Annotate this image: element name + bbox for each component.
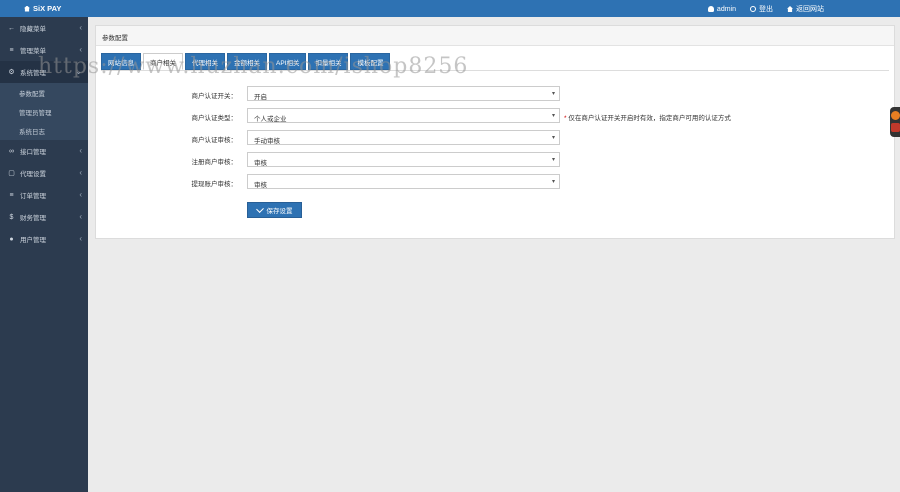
tab-merchant[interactable]: 商户相关 (143, 53, 183, 70)
sidebar-item-users[interactable]: ● 用户管理 ‹ (0, 228, 88, 250)
chevron-left-icon: ‹ (79, 190, 82, 199)
logout-label: 登出 (759, 6, 773, 13)
select-value: 个人或企业 (254, 116, 287, 123)
sidebar-subitem-label: 参数配置 (19, 90, 45, 98)
tab-api[interactable]: API相关 (269, 53, 307, 70)
form-row-auth-type: 商户认证类型： 个人或企业 ▾ * 仅在商户认证开关开启时有效，指定商户可用的认… (101, 108, 881, 124)
register-review-select[interactable]: 审核 ▾ (247, 152, 560, 167)
power-icon (750, 6, 756, 12)
arrow-left-icon: ← (8, 24, 15, 32)
sidebar-subitem-admins[interactable]: 管理员管理 (0, 102, 88, 121)
tab-template[interactable]: 模板配置 (350, 53, 391, 70)
sidebar-item-interface[interactable]: ∞ 接口管理 ‹ (0, 140, 88, 162)
form-row-withdraw-review: 提现账户审核： 审核 ▾ (101, 174, 881, 190)
sidebar-item-system[interactable]: ⚙ 系统管理 ⌄ (0, 61, 88, 83)
sidebar-item-label: 代理设置 (20, 171, 46, 178)
merchant-settings-form: 商户认证开关： 开启 ▾ 商户认证类型： 个人或企业 ▾ * 仅在商户认证开关开… (101, 70, 889, 232)
select-value: 审核 (254, 160, 267, 167)
user-icon: ● (9, 235, 14, 243)
gear-icon: ⚙ (8, 69, 15, 76)
field-label: 注册商户审核： (191, 159, 238, 166)
tab-deduction[interactable]: 扣量相关 (308, 53, 349, 70)
form-row-register-review: 注册商户审核： 审核 ▾ (101, 152, 881, 168)
check-icon (255, 204, 264, 213)
brand-name: SiX PAY (33, 4, 62, 13)
settings-panel: 参数配置 网站信息 商户相关 代理相关 金额相关 API相关 扣量相关 模板配置… (95, 25, 895, 239)
chevron-left-icon: ‹ (79, 168, 82, 177)
withdraw-review-select[interactable]: 审核 ▾ (247, 174, 560, 189)
form-row-auth-review: 商户认证审核： 手动审核 ▾ (101, 130, 881, 146)
square-icon: ▢ (8, 170, 15, 177)
sidebar-submenu-system: 参数配置 管理员管理 系统日志 (0, 83, 88, 140)
brand[interactable]: SiX PAY (24, 4, 61, 13)
chevron-left-icon: ‹ (79, 212, 82, 221)
sidebar-item-hide-menu[interactable]: ← 隐藏菜单 ‹ (0, 17, 88, 39)
sidebar-subitem-logs[interactable]: 系统日志 (0, 121, 88, 140)
user-icon (707, 6, 714, 12)
sidebar-item-label: 财务管理 (20, 215, 46, 222)
chevron-left-icon: ‹ (79, 23, 82, 32)
sidebar-item-agent[interactable]: ▢ 代理设置 ‹ (0, 162, 88, 184)
floating-service-widget[interactable] (890, 107, 900, 137)
tab-site-info[interactable]: 网站信息 (101, 53, 141, 70)
home-icon (24, 5, 30, 12)
caret-down-icon: ▾ (551, 135, 555, 141)
form-row-auth-switch: 商户认证开关： 开启 ▾ (101, 86, 881, 102)
sidebar-item-label: 订单管理 (20, 193, 46, 200)
mascot-icon (891, 111, 900, 120)
field-label: 商户认证开关： (191, 93, 238, 100)
sidebar-item-finance[interactable]: $ 财务管理 ‹ (0, 206, 88, 228)
chevron-left-icon: ‹ (79, 45, 82, 54)
sidebar-item-label: 隐藏菜单 (20, 26, 46, 33)
link-icon: ∞ (9, 147, 14, 155)
sidebar-item-label: 管理菜单 (20, 48, 46, 55)
tab-agent[interactable]: 代理相关 (185, 53, 225, 70)
top-right-menu: admin 登出 返回网站 (707, 4, 824, 14)
field-label: 提现账户审核： (191, 181, 238, 188)
sidebar-subitem-label: 管理员管理 (19, 109, 52, 117)
caret-down-icon: ▾ (551, 91, 555, 97)
home-label: 返回网站 (796, 6, 824, 13)
username: admin (716, 5, 736, 13)
badge-icon (891, 123, 900, 132)
caret-down-icon: ▾ (551, 157, 555, 163)
caret-down-icon: ▾ (551, 113, 555, 119)
field-label: 商户认证类型： (191, 115, 238, 122)
chevron-left-icon: ‹ (79, 146, 82, 155)
top-navbar: SiX PAY admin 登出 返回网站 (0, 0, 900, 17)
field-label: 商户认证审核： (191, 137, 238, 144)
sidebar-subitem-label: 系统日志 (19, 128, 45, 136)
hint-text: 仅在商户认证开关开启时有效，指定商户可用的认证方式 (568, 115, 731, 122)
select-value: 开启 (254, 94, 267, 101)
user-menu[interactable]: admin (707, 4, 736, 14)
select-value: 手动审核 (254, 138, 280, 145)
save-button[interactable]: 保存设置 (247, 202, 302, 218)
list-icon: ≡ (9, 46, 14, 54)
auth-switch-select[interactable]: 开启 ▾ (247, 86, 560, 101)
sidebar-item-label: 接口管理 (20, 149, 46, 156)
sidebar-item-orders[interactable]: ≡ 订单管理 ‹ (0, 184, 88, 206)
list-icon: ≡ (9, 191, 14, 199)
select-value: 审核 (254, 182, 267, 189)
chevron-left-icon: ‹ (79, 234, 82, 243)
auth-type-hint: * 仅在商户认证开关开启时有效，指定商户可用的认证方式 (564, 112, 731, 122)
sidebar: ← 隐藏菜单 ‹ ≡ 管理菜单 ‹ ⚙ 系统管理 ⌄ 参数配置 管理员管理 系统… (0, 17, 88, 492)
save-button-label: 保存设置 (266, 208, 293, 215)
caret-down-icon: ▾ (551, 179, 555, 185)
chevron-down-icon: ⌄ (75, 67, 82, 76)
dollar-icon: $ (9, 213, 14, 221)
sidebar-item-label: 用户管理 (20, 237, 46, 244)
sidebar-item-manage-menu[interactable]: ≡ 管理菜单 ‹ (0, 39, 88, 61)
logout-link[interactable]: 登出 (750, 4, 773, 14)
home-icon (787, 6, 793, 12)
auth-type-select[interactable]: 个人或企业 ▾ (247, 108, 560, 123)
panel-title: 参数配置 (96, 26, 894, 46)
sidebar-item-label: 系统管理 (20, 70, 46, 77)
home-link[interactable]: 返回网站 (787, 4, 824, 14)
sidebar-subitem-params[interactable]: 参数配置 (0, 83, 88, 102)
auth-review-select[interactable]: 手动审核 ▾ (247, 130, 560, 145)
tab-amount[interactable]: 金额相关 (227, 53, 267, 70)
tab-bar: 网站信息 商户相关 代理相关 金额相关 API相关 扣量相关 模板配置 (101, 53, 391, 70)
